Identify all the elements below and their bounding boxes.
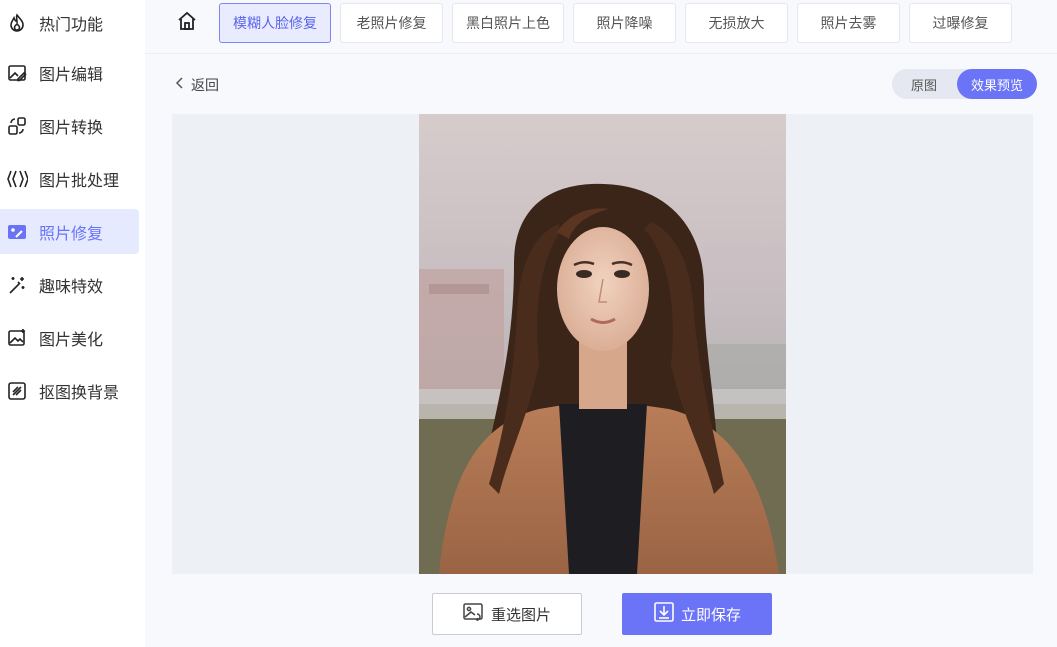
save-now-button[interactable]: 立即保存 (622, 593, 772, 635)
flame-icon (6, 12, 28, 34)
toggle-effect-preview[interactable]: 效果预览 (957, 69, 1037, 99)
tab-dehaze[interactable]: 照片去雾 (797, 3, 900, 43)
sidebar-item-cutout[interactable]: 抠图换背景 (0, 368, 139, 413)
sidebar-item-label: 照片修复 (39, 223, 104, 243)
cutout-icon (6, 380, 28, 402)
sidebar-item-image-edit[interactable]: 图片编辑 (0, 50, 139, 95)
sidebar-item-label: 图片美化 (39, 329, 104, 349)
sidebar-item-label: 图片转换 (39, 117, 104, 137)
tab-colorize[interactable]: 黑白照片上色 (452, 3, 564, 43)
save-label: 立即保存 (680, 605, 741, 624)
chevron-left-icon (175, 77, 185, 93)
preview-canvas (172, 114, 1033, 574)
tab-blur-face-repair[interactable]: 模糊人脸修复 (219, 3, 331, 43)
tab-overexposure-repair[interactable]: 过曝修复 (909, 3, 1012, 43)
magic-wand-icon (6, 274, 28, 296)
feature-tabs-bar: 模糊人脸修复 老照片修复 黑白照片上色 照片降噪 无损放大 照片去雾 过曝修复 (145, 0, 1057, 54)
portrait-photo (419, 114, 786, 574)
image-beautify-icon (6, 327, 28, 349)
tab-old-photo-repair[interactable]: 老照片修复 (340, 3, 443, 43)
sidebar-item-label: 趣味特效 (39, 276, 104, 296)
download-icon (653, 601, 675, 627)
back-label: 返回 (191, 78, 219, 94)
sidebar-item-image-convert[interactable]: 图片转换 (0, 103, 139, 148)
sidebar-item-fun-effects[interactable]: 趣味特效 (0, 262, 139, 307)
reselect-image-button[interactable]: 重选图片 (432, 593, 582, 635)
sidebar-item-photo-repair[interactable]: 照片修复 (0, 209, 139, 254)
image-edit-icon (6, 62, 28, 84)
photo-repair-icon (6, 221, 28, 243)
sidebar-item-label: 抠图换背景 (39, 382, 120, 402)
image-reselect-icon (463, 602, 485, 626)
back-button[interactable]: 返回 (175, 74, 219, 96)
sidebar-item-label: 图片批处理 (39, 170, 120, 190)
sidebar: 热门功能 图片编辑 图片转换 图片批处理 照片修复 趣味特效 图片美化 抠图换背… (0, 0, 145, 647)
view-toggle: 原图 效果预览 (892, 69, 1037, 99)
sidebar-item-label: 图片编辑 (39, 64, 104, 84)
main-area: 模糊人脸修复 老照片修复 黑白照片上色 照片降噪 无损放大 照片去雾 过曝修复 … (145, 0, 1057, 647)
tab-upscale[interactable]: 无损放大 (685, 3, 788, 43)
batch-icon (6, 168, 28, 190)
home-button[interactable] (175, 11, 199, 35)
convert-icon (6, 115, 28, 137)
sidebar-item-label: 热门功能 (39, 14, 104, 34)
tab-denoise[interactable]: 照片降噪 (573, 3, 676, 43)
toggle-original[interactable]: 原图 (892, 69, 956, 99)
home-icon (176, 10, 198, 36)
sidebar-item-batch[interactable]: 图片批处理 (0, 156, 139, 201)
sidebar-item-beautify[interactable]: 图片美化 (0, 315, 139, 360)
reselect-label: 重选图片 (490, 605, 551, 624)
sidebar-item-hot[interactable]: 热门功能 (0, 0, 139, 45)
